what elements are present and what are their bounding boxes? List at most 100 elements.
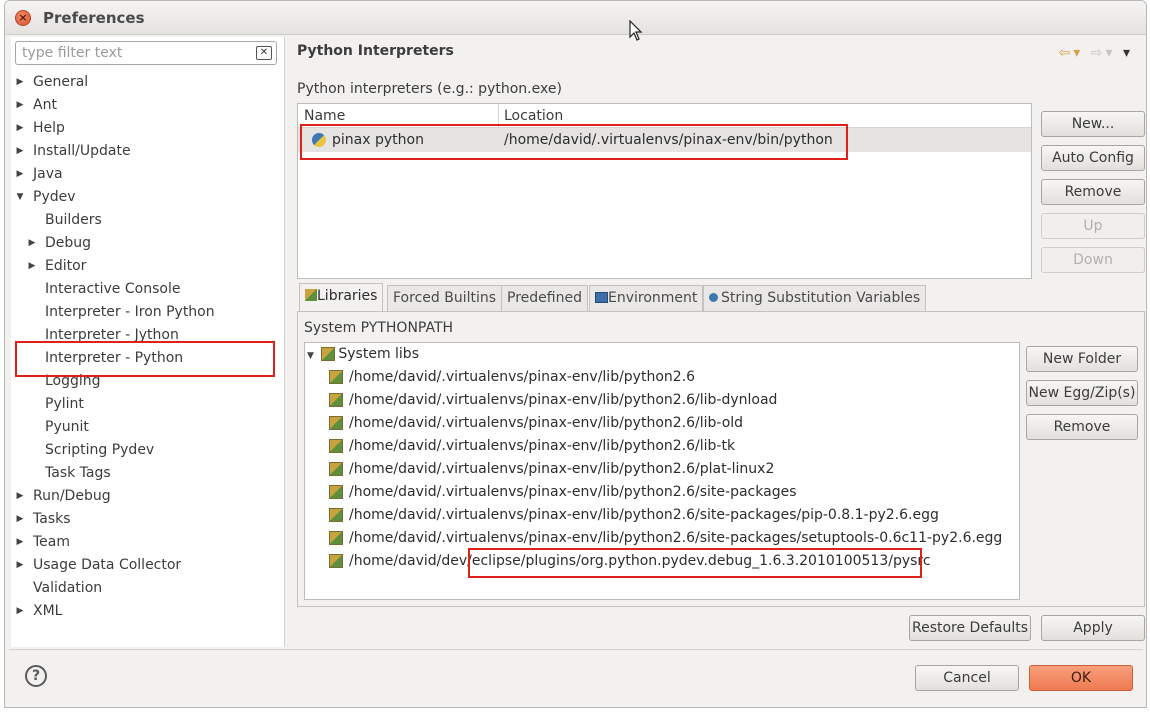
tab-libraries[interactable]: Libraries <box>299 283 384 311</box>
filter-input[interactable] <box>20 44 248 62</box>
remove-interpreter-button[interactable]: Remove <box>1041 179 1145 205</box>
tree-item-label: Logging <box>45 373 101 389</box>
tree-item[interactable]: ▶ Help <box>11 117 281 139</box>
tree-item[interactable]: ▶ Editor <box>11 255 281 277</box>
tree-item[interactable]: Interpreter - Iron Python <box>11 301 281 323</box>
tree-item[interactable]: Pylint <box>11 393 281 415</box>
collapsed-twisty-icon[interactable]: ▶ <box>15 600 25 622</box>
interpreter-name: pinax python <box>332 132 424 148</box>
up-button[interactable]: Up <box>1041 213 1145 239</box>
tree-item[interactable]: Builders <box>11 209 281 231</box>
view-menu-icon[interactable]: ▾ <box>1123 45 1133 61</box>
down-button[interactable]: Down <box>1041 247 1145 273</box>
tree-item[interactable]: ▶ Usage Data Collector <box>11 554 281 576</box>
page-navigation: ⇦▾ ⇨▾ ▾ <box>1059 45 1133 61</box>
collapsed-twisty-icon[interactable]: ▶ <box>15 94 25 116</box>
tree-item[interactable]: Interactive Console <box>11 278 281 300</box>
system-libs-node[interactable]: ▼ System libs <box>307 343 419 365</box>
collapsed-twisty-icon[interactable]: ▶ <box>15 140 25 162</box>
tree-item[interactable]: ▶ Java <box>11 163 281 185</box>
environment-icon <box>595 292 608 303</box>
tree-item-label: General <box>33 74 89 90</box>
tree-item[interactable]: Interpreter - Jython <box>11 324 281 346</box>
tree-item-label: Install/Update <box>33 143 131 159</box>
collapsed-twisty-icon[interactable]: ▶ <box>15 163 25 185</box>
remove-library-button[interactable]: Remove <box>1026 414 1138 440</box>
tree-item-label: Interpreter - Iron Python <box>45 304 215 320</box>
tree-item[interactable]: ▶ Team <box>11 531 281 553</box>
new-folder-button[interactable]: New Folder <box>1026 346 1138 372</box>
tree-item-label: Scripting Pydev <box>45 442 155 458</box>
tree-item-label: Pylint <box>45 396 84 412</box>
tab-environment[interactable]: Environment <box>589 285 704 311</box>
tree-item-label: Interpreter - Python <box>45 350 184 366</box>
clear-filter-icon[interactable]: ✕ <box>256 46 272 60</box>
library-path-icon <box>329 462 343 476</box>
tree-item-label: Team <box>33 534 71 550</box>
column-separator[interactable] <box>498 104 499 128</box>
interpreter-location: /home/david/.virtualenvs/pinax-env/bin/p… <box>504 132 833 148</box>
tree-item[interactable]: ▶ XML <box>11 600 281 622</box>
tree-item-label: Editor <box>45 258 87 274</box>
back-arrow-icon[interactable]: ⇦▾ <box>1059 45 1084 61</box>
tree-item[interactable]: ▶ Debug <box>11 232 281 254</box>
tree-item-label: XML <box>33 603 63 619</box>
tab-string-substitution[interactable]: String Substitution Variables <box>703 285 927 311</box>
tree-item[interactable]: ▼ Pydev <box>11 186 281 208</box>
auto-config-button[interactable]: Auto Config <box>1041 145 1145 171</box>
tree-item[interactable]: Logging <box>11 370 281 392</box>
collapsed-twisty-icon[interactable]: ▶ <box>15 531 25 553</box>
forward-arrow-icon[interactable]: ⇨▾ <box>1091 45 1116 61</box>
preferences-window: × Preferences ✕ ▶ General ▶ Ant ▶ Help ▶ Instal… <box>4 0 1147 708</box>
tree-item-label: Validation <box>33 580 103 596</box>
new-interpreter-button[interactable]: New... <box>1041 111 1145 137</box>
tree-item[interactable]: ▶ Install/Update <box>11 140 281 162</box>
tree-item[interactable]: Interpreter - Python <box>11 347 281 369</box>
tree-item[interactable]: Validation <box>11 577 281 599</box>
interpreters-label: Python interpreters (e.g.: python.exe) <box>297 81 562 97</box>
tree-item[interactable]: ▶ Tasks <box>11 508 281 530</box>
apply-button[interactable]: Apply <box>1041 615 1145 641</box>
collapsed-twisty-icon[interactable]: ▶ <box>15 117 25 139</box>
tree-item[interactable]: ▶ General <box>11 71 281 93</box>
close-icon[interactable]: × <box>15 10 31 26</box>
collapsed-twisty-icon[interactable]: ▶ <box>15 508 25 530</box>
libraries-panel: System PYTHONPATH ▼ System libs /home/da… <box>297 311 1145 607</box>
preferences-tree-pane: ✕ ▶ General ▶ Ant ▶ Help ▶ Install/Update ▶ Java ▼… <box>11 37 285 647</box>
tree-item[interactable]: Scripting Pydev <box>11 439 281 461</box>
column-header-name[interactable]: Name <box>304 108 345 124</box>
page-title: Python Interpreters <box>297 43 454 59</box>
library-path-icon <box>329 416 343 430</box>
tab-predefined[interactable]: Predefined <box>501 285 588 311</box>
library-path-icon <box>329 485 343 499</box>
tree-item[interactable]: Pyunit <box>11 416 281 438</box>
cancel-button[interactable]: Cancel <box>915 665 1019 691</box>
restore-defaults-button[interactable]: Restore Defaults <box>909 615 1031 641</box>
tree-item[interactable]: ▶ Ant <box>11 94 281 116</box>
library-path-label: /home/david/.virtualenvs/pinax-env/lib/p… <box>349 369 696 385</box>
tree-item-label: Run/Debug <box>33 488 111 504</box>
tree-item[interactable]: ▶ Run/Debug <box>11 485 281 507</box>
library-path-icon <box>329 393 343 407</box>
library-path-label: /home/david/.virtualenvs/pinax-env/lib/p… <box>349 415 744 431</box>
column-header-location[interactable]: Location <box>504 108 563 124</box>
tab-forced-builtins[interactable]: Forced Builtins <box>387 285 503 311</box>
tree-item-label: Ant <box>33 97 57 113</box>
filter-box: ✕ <box>15 41 277 65</box>
expanded-twisty-icon[interactable]: ▼ <box>15 186 25 208</box>
help-icon[interactable]: ? <box>25 665 47 687</box>
collapsed-twisty-icon[interactable]: ▶ <box>27 232 37 254</box>
collapsed-twisty-icon[interactable]: ▶ <box>27 255 37 277</box>
expand-twisty-icon[interactable]: ▼ <box>307 351 314 361</box>
tree-item-label: Java <box>33 166 63 182</box>
interpreter-tabs: Libraries Forced Builtins Predefined Env… <box>297 283 1146 313</box>
ok-button[interactable]: OK <box>1029 665 1133 691</box>
tree-item[interactable]: Task Tags <box>11 462 281 484</box>
collapsed-twisty-icon[interactable]: ▶ <box>15 71 25 93</box>
collapsed-twisty-icon[interactable]: ▶ <box>15 554 25 576</box>
table-row[interactable]: pinax python /home/david/.virtualenvs/pi… <box>298 128 1031 152</box>
new-egg-zip-button[interactable]: New Egg/Zip(s) <box>1026 380 1138 406</box>
library-icon <box>321 347 335 361</box>
collapsed-twisty-icon[interactable]: ▶ <box>15 485 25 507</box>
tree-item-label: Pyunit <box>45 419 89 435</box>
